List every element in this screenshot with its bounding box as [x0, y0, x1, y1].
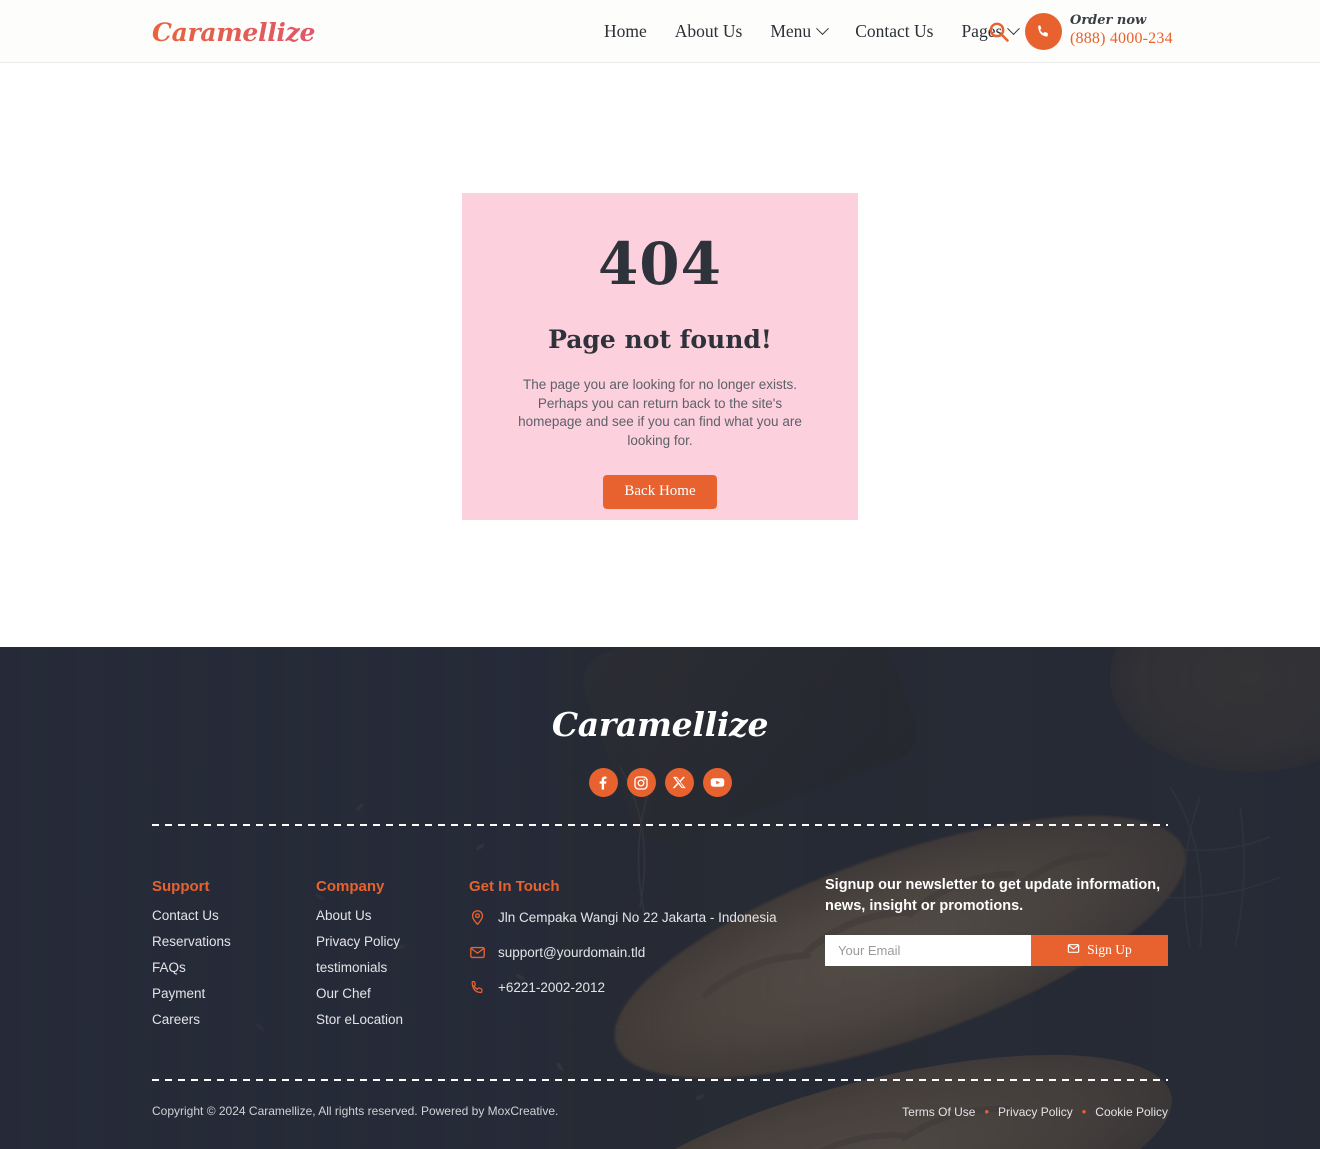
- policy-links: Terms Of Use • Privacy Policy • Cookie P…: [902, 1104, 1168, 1119]
- column-title: Get In Touch: [469, 878, 560, 895]
- order-phone-number[interactable]: (888) 4000-234: [1070, 29, 1173, 49]
- footer-column-get-in-touch: Get In Touch Jln Cempaka Wangi No 22 Jak…: [469, 878, 777, 1013]
- site-header: Caramellize Home About Us Menu Contact U…: [0, 0, 1320, 63]
- chevron-down-icon: [816, 22, 830, 36]
- footer-link-privacy-policy[interactable]: Privacy Policy: [316, 934, 403, 949]
- policy-link-cookie-policy[interactable]: Cookie Policy: [1095, 1105, 1168, 1119]
- nav-item-menu[interactable]: Menu: [756, 21, 841, 42]
- contact-email[interactable]: support@yourdomain.tld: [498, 943, 645, 962]
- x-twitter-icon[interactable]: [664, 768, 694, 797]
- contact-phone-row[interactable]: +6221-2002-2012: [469, 978, 777, 1001]
- nav-label: About Us: [674, 21, 743, 41]
- column-title: Support: [152, 878, 210, 895]
- newsletter-text: Signup our newsletter to get update info…: [825, 877, 1161, 915]
- envelope-icon: [469, 944, 486, 966]
- footer-link-store-location[interactable]: Stor eLocation: [316, 1012, 403, 1027]
- footer-link-contact-us[interactable]: Contact Us: [152, 908, 231, 923]
- error-code: 404: [597, 230, 723, 298]
- footer-link-testimonials[interactable]: testimonials: [316, 960, 403, 975]
- sign-up-label: Sign Up: [1087, 942, 1132, 958]
- footer-column-support: Support Contact Us Reservations FAQs Pay…: [152, 878, 231, 1038]
- footer-logo[interactable]: Caramellize: [0, 705, 1320, 744]
- main-navigation: Home About Us Menu Contact Us Pages: [590, 0, 1032, 63]
- phone-icon: [469, 979, 486, 1001]
- nav-item-contact-us[interactable]: Contact Us: [841, 21, 947, 42]
- order-now-label: Order now: [1070, 13, 1147, 28]
- newsletter-form: Sign Up: [825, 934, 1168, 966]
- footer-link-about-us[interactable]: About Us: [316, 908, 403, 923]
- page-title: Page not found!: [548, 325, 772, 354]
- search-icon[interactable]: [988, 21, 1010, 43]
- location-pin-icon: [469, 909, 486, 931]
- main-content: 404 Page not found! The page you are loo…: [0, 63, 1320, 647]
- phone-icon: [1038, 25, 1048, 37]
- error-404-card: 404 Page not found! The page you are loo…: [462, 193, 858, 520]
- youtube-icon[interactable]: [702, 768, 732, 797]
- footer-divider-bottom: [152, 1079, 1168, 1081]
- contact-address: Jln Cempaka Wangi No 22 Jakarta - Indone…: [498, 910, 777, 925]
- separator-dot: •: [1081, 1104, 1087, 1119]
- policy-link-privacy-policy[interactable]: Privacy Policy: [998, 1105, 1073, 1119]
- nav-label: Home: [604, 21, 647, 41]
- footer-link-our-chef[interactable]: Our Chef: [316, 986, 403, 1001]
- footer-link-reservations[interactable]: Reservations: [152, 934, 231, 949]
- footer-link-faqs[interactable]: FAQs: [152, 960, 231, 975]
- site-footer: Caramellize Support Contact Us Reservati…: [0, 647, 1320, 1149]
- footer-link-careers[interactable]: Careers: [152, 1012, 231, 1027]
- column-title: Company: [316, 878, 385, 895]
- instagram-icon[interactable]: [626, 768, 656, 797]
- back-home-button[interactable]: Back Home: [603, 474, 717, 509]
- nav-label: Contact Us: [855, 21, 934, 41]
- nav-label: Menu: [770, 21, 812, 41]
- policy-link-terms-of-use[interactable]: Terms Of Use: [902, 1105, 975, 1119]
- contact-phone[interactable]: +6221-2002-2012: [498, 978, 605, 997]
- contact-email-row[interactable]: support@yourdomain.tld: [469, 943, 777, 966]
- social-links: [0, 768, 1320, 797]
- envelope-icon: [1067, 942, 1080, 959]
- error-description: The page you are looking for no longer e…: [518, 377, 802, 448]
- facebook-icon[interactable]: [588, 768, 618, 797]
- contact-address-row: Jln Cempaka Wangi No 22 Jakarta - Indone…: [469, 908, 777, 931]
- nav-item-about-us[interactable]: About Us: [661, 21, 757, 42]
- order-now-block: Order now (888) 4000-234: [1070, 13, 1173, 49]
- site-logo[interactable]: Caramellize: [152, 18, 315, 47]
- footer-column-company: Company About Us Privacy Policy testimon…: [316, 878, 403, 1038]
- nav-item-home[interactable]: Home: [590, 21, 661, 42]
- email-input[interactable]: [825, 934, 1031, 966]
- sign-up-button[interactable]: Sign Up: [1031, 934, 1168, 966]
- copyright-text: Copyright © 2024 Caramellize, All rights…: [152, 1104, 559, 1118]
- phone-icon-button[interactable]: [1025, 13, 1062, 50]
- separator-dot: •: [984, 1104, 990, 1119]
- footer-divider-top: [152, 824, 1168, 826]
- newsletter-section: Signup our newsletter to get update info…: [825, 875, 1168, 966]
- footer-link-payment[interactable]: Payment: [152, 986, 231, 1001]
